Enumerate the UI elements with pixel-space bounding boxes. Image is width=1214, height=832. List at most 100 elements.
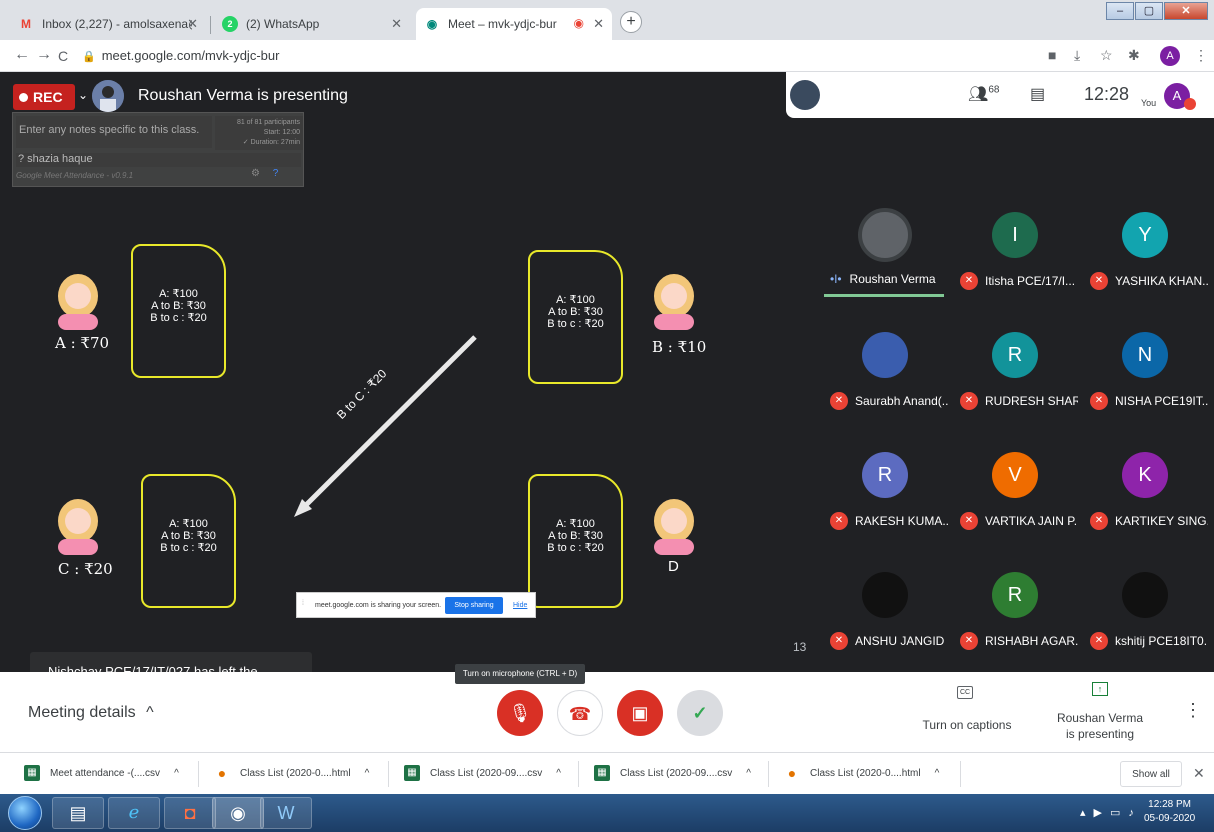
bookmark-star-icon[interactable]: ☆ xyxy=(1100,47,1113,64)
close-tab-icon[interactable]: ✕ xyxy=(593,16,604,32)
download-icon[interactable]: ⤓ xyxy=(1074,47,1080,64)
participant-tile[interactable]: R ✕ RISHABH AGAR... xyxy=(954,542,1078,662)
people-count: 68 xyxy=(988,84,1000,96)
whatsapp-icon: 2 xyxy=(222,16,238,32)
participant-tile[interactable]: N ✕ NISHA PCE19IT... xyxy=(1084,302,1208,422)
chevron-up-icon[interactable]: ^ xyxy=(935,768,940,779)
csv-icon: ▦ xyxy=(404,765,420,781)
avatar: V xyxy=(992,452,1038,498)
chevron-up-icon[interactable]: ^ xyxy=(365,768,370,779)
chevron-up-icon[interactable]: ^ xyxy=(746,768,751,779)
mic-off-icon: ✕ xyxy=(830,632,848,650)
start-time: Start: 12:00 xyxy=(263,129,300,136)
download-label: Meet attendance -(....csv xyxy=(50,767,161,779)
chevron-up-icon[interactable]: ^ xyxy=(556,768,561,779)
participant-tile[interactable]: •ǀ• Roushan Verma xyxy=(824,182,948,302)
tab-whatsapp[interactable]: 2 (2) WhatsApp ✕ xyxy=(214,8,410,40)
help-icon[interactable]: ? xyxy=(273,168,279,179)
camera-icon[interactable]: ■ xyxy=(1048,47,1056,63)
participant-tile[interactable]: ✕ ANSHU JANGID xyxy=(824,542,948,662)
download-item[interactable]: ● Class List (2020-0....html ^ xyxy=(784,765,940,781)
taskbar-clock[interactable]: 12:28 PM 05-09-2020 xyxy=(1144,798,1195,826)
chat-icon[interactable]: ▤ xyxy=(1030,84,1045,104)
presenting-line2: is presenting xyxy=(1065,727,1135,741)
avatar-photo-icon xyxy=(862,572,908,618)
clock-date: 05-09-2020 xyxy=(1144,813,1196,824)
file-explorer-icon[interactable]: ▤ xyxy=(52,797,104,829)
office-icon[interactable]: ◘ xyxy=(164,797,216,829)
tab-meet[interactable]: ◉ Meet – mvk-ydjc-bur ◉ ✕ xyxy=(416,8,612,40)
class-notes-input[interactable]: Enter any notes specific to this class. xyxy=(16,116,212,148)
presenter-summary-line2: and 53 more xyxy=(826,94,888,106)
name-text: Itisha PCE/17/I... xyxy=(985,274,1076,288)
attendance-extension-panel: Enter any notes specific to this class. … xyxy=(12,112,304,187)
recording-badge[interactable]: REC xyxy=(13,84,75,110)
reload-icon[interactable]: C xyxy=(58,48,68,64)
chevron-up-icon[interactable]: ^ xyxy=(174,768,179,779)
forward-icon[interactable]: → xyxy=(36,46,52,64)
extension-icons: ⚙ ? xyxy=(251,168,278,179)
participant-tile[interactable]: R ✕ RUDRESH SHAR... xyxy=(954,302,1078,422)
system-tray-icons[interactable]: ▴▶▭♪ xyxy=(1080,806,1142,819)
attendance-check-button[interactable]: ✓ xyxy=(677,690,723,736)
participant-name: ✕ Itisha PCE/17/I... xyxy=(960,272,1078,290)
close-window-button[interactable]: ✕ xyxy=(1164,2,1208,20)
minimize-button[interactable]: – xyxy=(1106,2,1134,20)
close-downloads-icon[interactable]: ✕ xyxy=(1193,765,1205,782)
new-tab-button[interactable]: + xyxy=(620,11,642,33)
leave-call-button[interactable]: ☎︎ xyxy=(557,690,603,736)
tab-gmail[interactable]: M Inbox (2,227) - amolsaxena@poc ✕ xyxy=(10,8,206,40)
menu-icon[interactable]: ⋮ xyxy=(1194,47,1208,64)
internet-explorer-icon[interactable]: e xyxy=(108,797,160,829)
tab-label: (2) WhatsApp xyxy=(246,17,320,31)
download-item[interactable]: ▦ Meet attendance -(....csv ^ xyxy=(24,765,179,781)
profile-avatar[interactable]: A xyxy=(1160,46,1180,66)
presentation-area: REC ⌄ Roushan Verma is presenting Enter … xyxy=(0,72,824,694)
meet-window: REC ⌄ Roushan Verma is presenting Enter … xyxy=(0,72,1214,752)
present-icon[interactable]: ↑ xyxy=(1092,682,1108,696)
settings-icon[interactable]: ⚙ xyxy=(251,168,260,179)
address-bar[interactable]: 🔒 meet.google.com/mvk-ydjc-bur xyxy=(82,48,279,63)
stop-sharing-button[interactable]: Stop sharing xyxy=(445,597,503,614)
participant-name: ✕ NISHA PCE19IT... xyxy=(1090,392,1208,410)
mic-off-icon: 🎙︎ xyxy=(508,703,532,723)
participant-tile[interactable]: R ✕ RAKESH KUMA... xyxy=(824,422,948,542)
more-options-icon[interactable]: ⋮ xyxy=(1184,700,1202,721)
student-name-field[interactable]: ? shazia haque xyxy=(16,153,301,167)
participant-tile[interactable]: ✕ kshitij PCE18IT0... xyxy=(1084,542,1208,662)
hide-link[interactable]: Hide xyxy=(513,602,527,609)
meet-icon: ◉ xyxy=(426,17,438,31)
close-tab-icon[interactable]: ✕ xyxy=(187,16,198,32)
chevron-down-icon[interactable]: ⌄ xyxy=(78,88,88,102)
start-button-icon[interactable] xyxy=(8,796,42,830)
participant-tile[interactable]: Y ✕ YASHIKA KHAN... xyxy=(1084,182,1208,302)
mic-off-button[interactable]: 🎙︎ xyxy=(497,690,543,736)
participant-tile[interactable]: ✕ Saurabh Anand(... xyxy=(824,302,948,422)
word-icon[interactable]: W xyxy=(260,797,312,829)
download-item[interactable]: ▦ Class List (2020-09....csv ^ xyxy=(594,765,751,781)
captions-icon[interactable]: CC xyxy=(957,686,973,699)
avatar-photo-icon xyxy=(1122,572,1168,618)
extensions-icon[interactable]: ✱ xyxy=(1128,47,1140,64)
divider xyxy=(768,761,769,787)
meeting-details-button[interactable]: Meeting details ^ xyxy=(28,704,154,722)
maximize-button[interactable]: ▢ xyxy=(1135,2,1163,20)
participant-tile[interactable]: I ✕ Itisha PCE/17/I... xyxy=(954,182,1078,302)
people-button[interactable]: 👥︎68 xyxy=(968,84,999,104)
captions-label[interactable]: Turn on captions xyxy=(922,718,1012,732)
close-tab-icon[interactable]: ✕ xyxy=(391,16,402,32)
show-all-button[interactable]: Show all xyxy=(1120,761,1182,787)
mic-off-icon: ✕ xyxy=(960,632,978,650)
download-item[interactable]: ● Class List (2020-0....html ^ xyxy=(214,765,370,781)
meeting-controls-bar: Meeting details ^ Turn on microphone (CT… xyxy=(0,664,1214,752)
chrome-taskbar-icon[interactable]: ◉ xyxy=(212,797,264,829)
download-item[interactable]: ▦ Class List (2020-09....csv ^ xyxy=(404,765,561,781)
back-icon[interactable]: ← xyxy=(14,46,30,64)
presenting-line1: Roushan Verma xyxy=(1056,711,1144,725)
presenting-status[interactable]: Roushan Verma is presenting xyxy=(1052,710,1148,742)
participant-tile[interactable]: K ✕ KARTIKEY SING... xyxy=(1084,422,1208,542)
participant-tile[interactable]: V ✕ VARTIKA JAIN P... xyxy=(954,422,1078,542)
meeting-info-bar: Anshul PCE/17/IT/... and 53 more 👥︎68 ▤ … xyxy=(786,72,1214,118)
meeting-time: 12:28 xyxy=(1084,84,1130,104)
camera-off-button[interactable]: ▣ xyxy=(617,690,663,736)
